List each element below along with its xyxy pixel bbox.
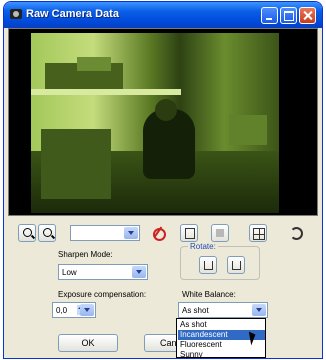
crop-button[interactable] [180, 224, 198, 242]
white-balance-label: White Balance: [182, 290, 236, 299]
chevron-down-icon [132, 266, 146, 278]
preview-area [8, 28, 318, 216]
undo-icon[interactable] [287, 224, 303, 240]
sharpen-mode-select[interactable]: Low [58, 264, 148, 280]
exposure-compensation-label: Exposure compensation: [58, 290, 147, 299]
sharpen-mode-label: Sharpen Mode: [58, 250, 113, 259]
magnifier-minus-icon [43, 228, 52, 237]
grid-button[interactable] [249, 224, 267, 242]
window-title: Raw Camera Data [26, 8, 119, 20]
magnifier-plus-icon [23, 228, 32, 237]
stop-button[interactable] [211, 224, 229, 242]
exposure-compensation-stepper[interactable]: 0,0 [52, 302, 96, 318]
exposure-value: 0,0 [56, 306, 68, 315]
zoom-in-button[interactable] [18, 224, 36, 242]
chevron-down-icon [80, 304, 94, 316]
rotate-left-button[interactable] [199, 256, 217, 274]
preview-toolbar [4, 220, 322, 246]
camera-icon [10, 9, 22, 19]
preview-image [31, 33, 279, 213]
rotate-right-button[interactable] [227, 256, 245, 274]
zoom-out-button[interactable] [38, 224, 56, 242]
rotate-label: Rotate: [188, 242, 218, 251]
zoom-select[interactable] [70, 225, 140, 241]
rotate-group [180, 246, 260, 280]
chevron-down-icon [252, 304, 266, 316]
wb-option-sunny[interactable]: Sunny [178, 350, 265, 357]
maximize-button[interactable] [280, 7, 297, 24]
white-balance-value: As shot [182, 306, 209, 315]
white-balance-select[interactable]: As shot [178, 302, 268, 318]
chevron-down-icon [124, 227, 138, 239]
sharpen-mode-value: Low [62, 268, 77, 277]
minimize-button[interactable] [261, 7, 278, 24]
close-button[interactable] [299, 7, 316, 24]
ok-button[interactable]: OK [58, 334, 118, 352]
wb-option-as-shot[interactable]: As shot [178, 320, 265, 330]
rotate-free-icon[interactable] [151, 223, 167, 241]
title-bar[interactable]: Raw Camera Data [4, 2, 322, 28]
